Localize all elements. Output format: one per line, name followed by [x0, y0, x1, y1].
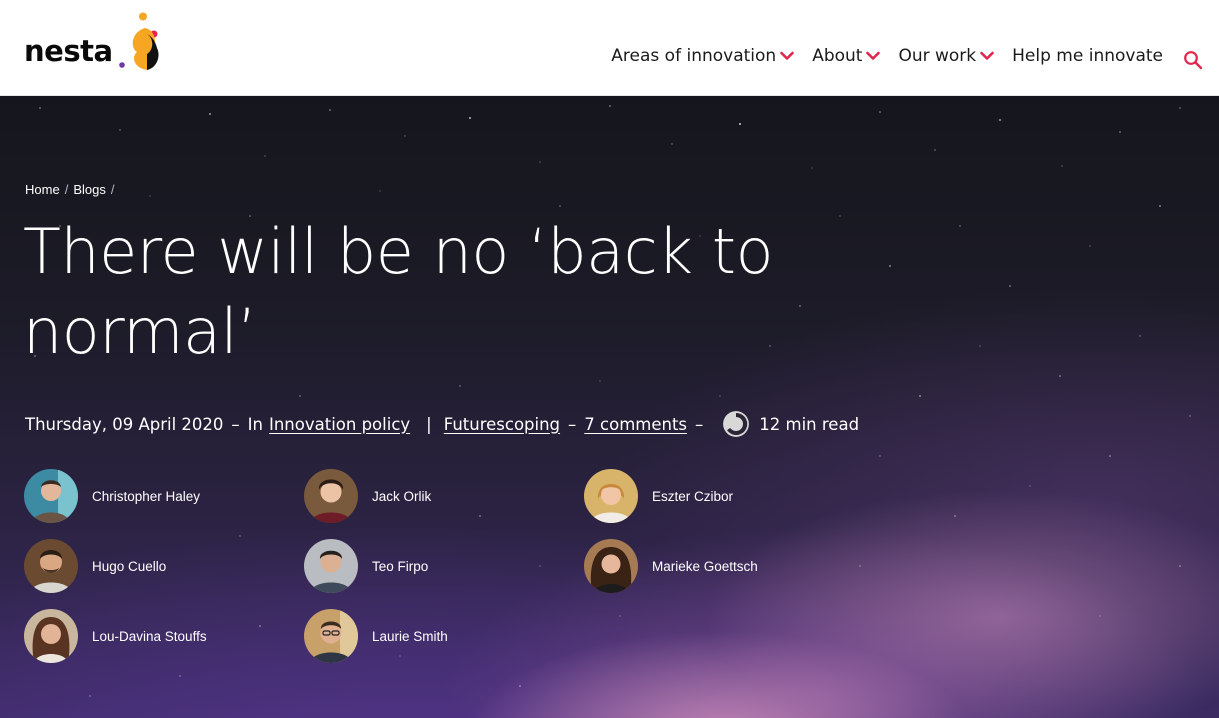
meta-dash: –: [695, 414, 704, 434]
avatar: [584, 469, 638, 523]
author-name: Hugo Cuello: [92, 558, 167, 574]
avatar: [304, 469, 358, 523]
breadcrumb: Home / Blogs /: [25, 182, 114, 197]
nav-label: Our work: [898, 46, 977, 66]
author-marieke-goettsch[interactable]: Marieke Goettsch: [584, 539, 758, 593]
category-link[interactable]: Innovation policy: [269, 415, 410, 434]
author-name: Lou-Davina Stouffs: [92, 628, 207, 644]
article-meta: Thursday, 09 April 2020 – In Innovation …: [25, 411, 859, 437]
avatar: [24, 539, 78, 593]
author-name: Teo Firpo: [372, 558, 429, 574]
meta-divider: |: [426, 414, 432, 434]
meta-dash: –: [568, 414, 577, 434]
author-name: Jack Orlik: [372, 488, 432, 504]
author-eszter-czibor[interactable]: Eszter Czibor: [584, 469, 733, 523]
avatar: [24, 609, 78, 663]
author-name: Marieke Goettsch: [652, 558, 758, 574]
author-hugo-cuello[interactable]: Hugo Cuello: [24, 539, 166, 593]
chevron-down-icon: [780, 51, 794, 60]
publish-date: Thursday, 09 April 2020: [25, 414, 224, 434]
nav-about[interactable]: About: [812, 46, 881, 66]
tag-link[interactable]: Futurescoping: [444, 415, 560, 434]
page-title: There will be no ‘back to normal’: [23, 215, 774, 368]
clock-icon: [723, 411, 750, 437]
chevron-down-icon: [866, 51, 881, 60]
nav-help-me-innovate[interactable]: Help me innovate: [1012, 46, 1163, 66]
main-nav: Areas of innovation About Our work Help …: [611, 46, 1163, 66]
logo-text: nesta: [24, 34, 113, 68]
comments-link[interactable]: 7 comments: [584, 415, 687, 434]
site-header: nesta Areas of innovation About Our work…: [0, 0, 1219, 96]
avatar: [24, 469, 78, 523]
author-list: Christopher Haley Hugo Cuello Lou-Davina…: [24, 469, 844, 669]
author-teo-firpo[interactable]: Teo Firpo: [304, 539, 428, 593]
avatar: [304, 539, 358, 593]
nesta-logo[interactable]: nesta: [24, 12, 165, 72]
chevron-down-icon: [980, 51, 994, 60]
in-label: In: [247, 414, 263, 434]
article-hero: Home / Blogs / There will be no ‘back to…: [0, 96, 1219, 718]
avatar: [304, 609, 358, 663]
search-icon[interactable]: [1183, 50, 1203, 70]
breadcrumb-separator: /: [110, 182, 115, 197]
meta-dash: –: [231, 414, 240, 434]
nav-our-work[interactable]: Our work: [898, 46, 994, 66]
author-lou-davina-stouffs[interactable]: Lou-Davina Stouffs: [24, 609, 207, 663]
author-christopher-haley[interactable]: Christopher Haley: [24, 469, 200, 523]
author-name: Christopher Haley: [92, 488, 201, 504]
author-name: Eszter Czibor: [652, 488, 734, 504]
nav-label: Help me innovate: [1012, 46, 1163, 66]
nav-label: Areas of innovation: [611, 46, 777, 66]
nav-label: About: [812, 46, 863, 66]
nav-areas-of-innovation[interactable]: Areas of innovation: [611, 46, 794, 66]
breadcrumb-separator: /: [64, 182, 69, 197]
breadcrumb-home[interactable]: Home: [25, 182, 60, 197]
author-jack-orlik[interactable]: Jack Orlik: [304, 469, 431, 523]
avatar: [584, 539, 638, 593]
breadcrumb-blogs[interactable]: Blogs: [73, 182, 106, 197]
read-time: 12 min read: [759, 414, 860, 434]
author-laurie-smith[interactable]: Laurie Smith: [304, 609, 448, 663]
author-name: Laurie Smith: [372, 628, 448, 644]
nesta-logo-mark-icon: [118, 12, 159, 70]
